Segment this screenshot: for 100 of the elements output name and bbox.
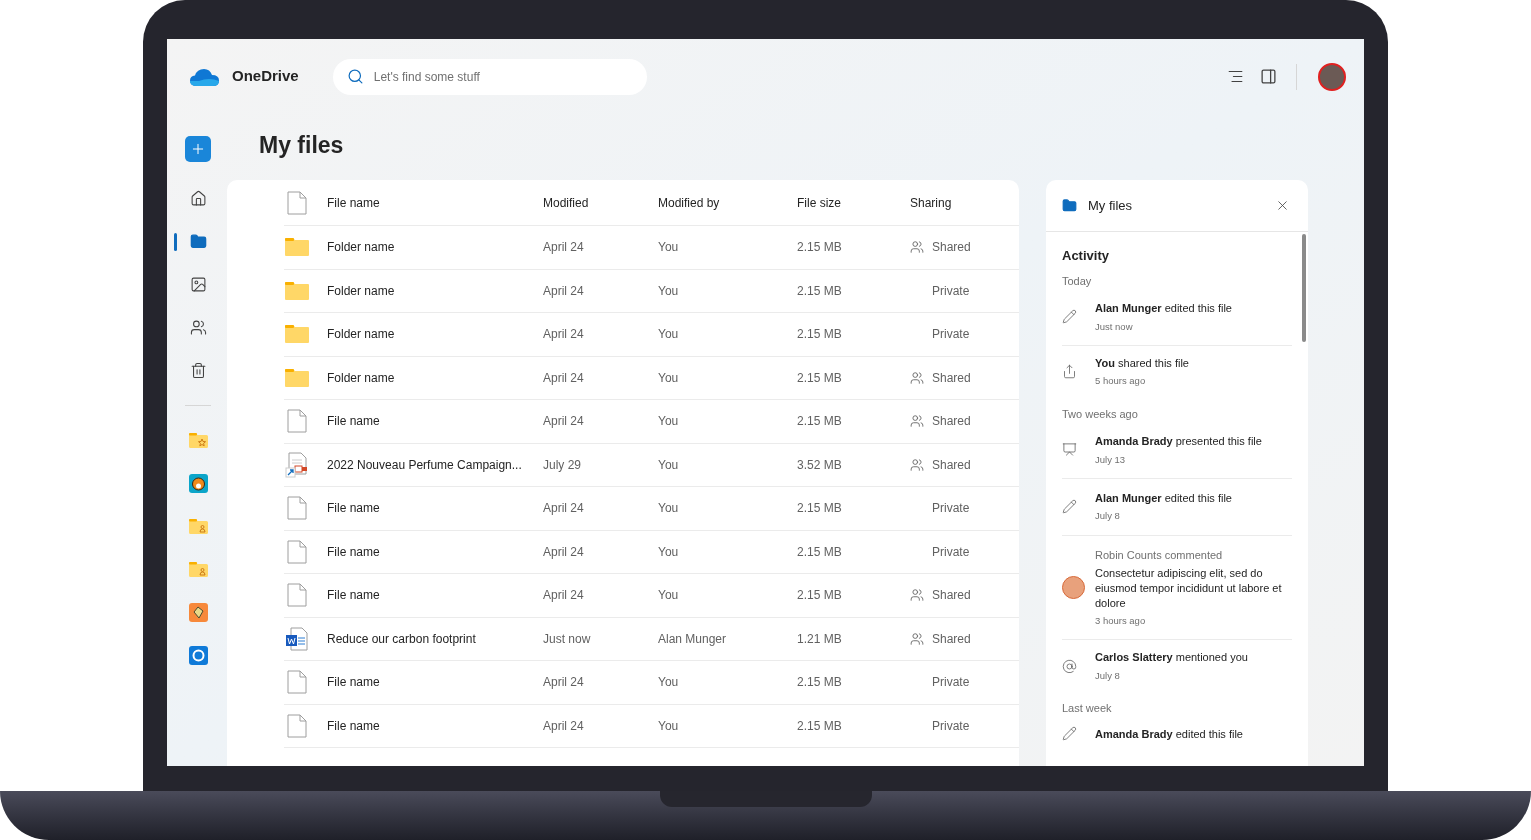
file-row[interactable]: File name April 24 You 2.15 MB Private <box>284 487 1019 531</box>
sharing-status: Shared <box>932 456 971 474</box>
profile-avatar[interactable] <box>1318 62 1346 91</box>
modified-by: You <box>658 500 680 518</box>
file-row[interactable]: Folder name April 24 You 2.15 MB Shared <box>284 356 1019 400</box>
column-header[interactable]: Modified by <box>658 193 797 212</box>
activity-text: Amanda Brady presented this file <box>1095 434 1262 449</box>
document-icon <box>286 409 307 434</box>
modified-by: You <box>658 543 680 561</box>
add-button[interactable] <box>185 136 211 162</box>
column-header[interactable]: File name <box>327 193 543 212</box>
modified-date: April 24 <box>543 543 585 561</box>
document-icon <box>286 713 307 738</box>
group-label: Two weeks ago <box>1062 406 1139 422</box>
share-icon <box>1062 364 1077 380</box>
modified-date: April 24 <box>543 369 585 387</box>
folder-person-icon[interactable] <box>188 562 208 577</box>
folder-person-icon[interactable] <box>188 519 208 534</box>
sharing-status: Shared <box>932 239 971 257</box>
activity-time: Just now <box>1095 319 1134 334</box>
modified-date: Just now <box>543 630 592 648</box>
modified-date: July 29 <box>543 456 583 474</box>
modified-by: You <box>658 674 680 692</box>
file-row[interactable]: Folder name April 24 You 2.15 MB Private <box>284 313 1019 357</box>
file-row[interactable]: Folder name April 24 You 2.15 MB Shared <box>284 226 1019 270</box>
avatar <box>1062 575 1085 599</box>
activity-text: Robin Counts commented <box>1095 547 1224 563</box>
file-size: 2.15 MB <box>797 413 843 431</box>
file-row[interactable]: File name April 24 You 2.15 MB Shared <box>284 400 1019 444</box>
modified-date: April 24 <box>543 587 585 605</box>
file-row[interactable]: Folder name April 24 You 2.15 MB Private <box>284 269 1019 313</box>
activity-item[interactable]: You shared this file 5 hours ago <box>1062 345 1292 398</box>
column-header[interactable]: Modified <box>543 193 658 212</box>
modified-by: You <box>658 413 680 431</box>
file-name: Reduce our carbon footprint <box>327 630 477 648</box>
panel-title: My files <box>1088 196 1133 215</box>
modified-date: April 24 <box>543 717 585 735</box>
activity-item[interactable]: Amanda Brady presented this file July 13 <box>1062 422 1292 479</box>
scrollbar-thumb[interactable] <box>1302 234 1306 342</box>
sharing-status: Private <box>932 282 970 300</box>
modified-date: April 24 <box>543 239 585 257</box>
folder-icon <box>284 325 309 344</box>
activity-item[interactable]: Robin Counts commented Consectetur adipiscing elit, sed do eiusmod tempor incididunt ut labore et dolore 3 hours ago <box>1062 535 1292 641</box>
file-name: Folder name <box>327 326 396 344</box>
activity-time: July 8 <box>1095 509 1121 524</box>
activity-time: 3 hours ago <box>1095 614 1147 628</box>
file-name: File name <box>327 500 381 518</box>
modified-by: Alan Munger <box>658 630 728 648</box>
file-size: 2.15 MB <box>797 369 843 387</box>
folder-icon <box>284 238 309 257</box>
folder-star-icon[interactable] <box>188 433 208 448</box>
activity-item[interactable]: Carlos Slattery mentioned you July 8 <box>1062 640 1292 692</box>
file-row[interactable]: 2022 Nouveau Perfume Campaign... July 29 You 3.52 MB Shared <box>284 443 1019 487</box>
sharing-status: Private <box>932 543 970 561</box>
activity-item[interactable]: Amanda Brady edited this file <box>1062 716 1292 751</box>
file-size: 1.21 MB <box>797 630 843 648</box>
photo-icon <box>189 276 207 293</box>
sharing-status: Shared <box>932 413 971 431</box>
file-name: 2022 Nouveau Perfume Campaign... <box>327 456 523 474</box>
column-header[interactable]: File size <box>797 193 910 212</box>
activity-time: July 13 <box>1095 452 1127 467</box>
document-icon <box>286 190 307 215</box>
activity-item[interactable]: Alan Munger edited this file July 8 <box>1062 478 1292 536</box>
trash-icon <box>189 362 207 379</box>
activity-text: Alan Munger edited this file <box>1095 301 1232 316</box>
file-name: Folder name <box>327 239 396 257</box>
modified-by: You <box>658 326 680 344</box>
file-name: Folder name <box>327 282 396 300</box>
activity-time: July 8 <box>1095 668 1121 683</box>
sharing-status: Shared <box>932 587 971 605</box>
file-name: File name <box>327 717 381 735</box>
activity-heading: Activity <box>1062 247 1110 265</box>
file-size: 2.15 MB <box>797 500 843 518</box>
file-row[interactable]: File name April 24 You 2.15 MB Private <box>284 530 1019 574</box>
sharing-status: Private <box>932 717 970 735</box>
activity-text: You shared this file <box>1095 355 1189 371</box>
cloud-logo-icon <box>189 66 220 87</box>
file-size: 2.15 MB <box>797 543 843 561</box>
sticker-app-icon[interactable] <box>188 603 208 622</box>
file-size: 2.15 MB <box>797 717 843 735</box>
search-field[interactable]: Let's find some stuff <box>332 58 647 95</box>
column-header[interactable]: Sharing <box>910 193 1019 212</box>
at-sign-icon <box>1062 658 1077 674</box>
sharing-status: Private <box>932 674 970 692</box>
activity-item[interactable]: Alan Munger edited this file Just now <box>1062 289 1292 346</box>
document-icon <box>286 539 307 564</box>
plus-icon <box>190 141 206 157</box>
panel-icon <box>1259 68 1277 85</box>
document-icon <box>286 496 307 521</box>
file-row[interactable]: Reduce our carbon footprint Just now Alan Munger 1.21 MB Shared <box>284 617 1019 661</box>
folder-icon <box>189 233 207 250</box>
modified-by: You <box>658 456 680 474</box>
file-row[interactable]: File name April 24 You 2.15 MB Shared <box>284 574 1019 618</box>
file-row[interactable]: File name April 24 You 2.15 MB Private <box>284 661 1019 705</box>
file-row[interactable]: File name April 24 You 2.15 MB Private <box>284 704 1019 748</box>
folder-icon <box>284 281 309 300</box>
file-name: File name <box>327 543 381 561</box>
ring-app-icon[interactable] <box>188 646 208 665</box>
modified-by: You <box>658 369 680 387</box>
people-icon <box>189 319 207 336</box>
